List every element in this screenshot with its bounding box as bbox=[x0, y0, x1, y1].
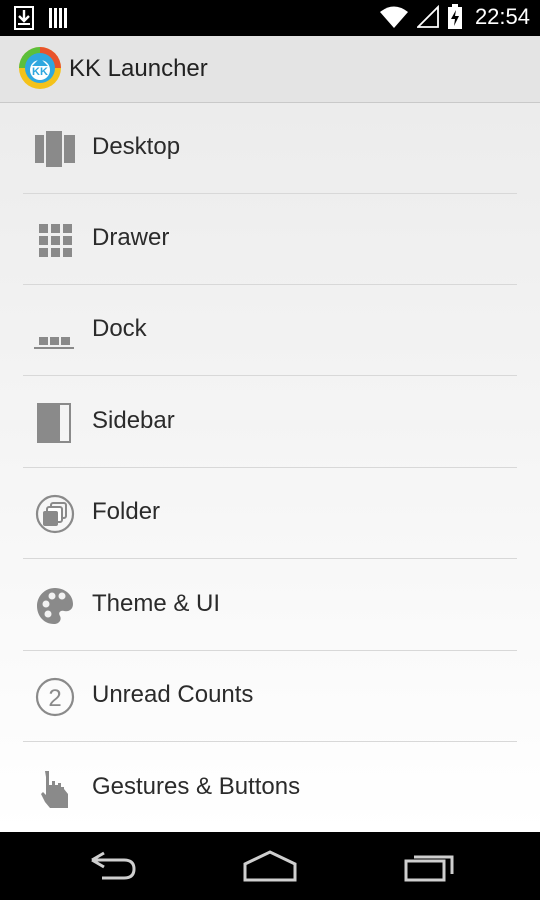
app-bar: KK KK Launcher bbox=[0, 36, 540, 103]
divider bbox=[23, 558, 517, 559]
menu-item-drawer[interactable]: Drawer bbox=[0, 194, 540, 285]
signal-icon bbox=[416, 5, 439, 28]
menu-item-folder[interactable]: Folder bbox=[0, 468, 540, 559]
menu-item-label: Desktop bbox=[92, 133, 181, 160]
status-bar: 22:54 bbox=[0, 0, 540, 36]
divider bbox=[23, 741, 517, 742]
grid-icon bbox=[39, 224, 72, 257]
back-icon[interactable] bbox=[82, 848, 142, 884]
folder-icon bbox=[35, 494, 75, 534]
menu-item-gestures-buttons[interactable]: Gestures & Buttons bbox=[0, 743, 540, 834]
menu-item-label: Gestures & Buttons bbox=[92, 773, 301, 800]
dock-icon bbox=[34, 337, 74, 349]
menu-item-theme-ui[interactable]: Theme & UI bbox=[0, 560, 540, 651]
menu-item-desktop[interactable]: Desktop bbox=[0, 103, 540, 194]
menu-item-label: Unread Counts bbox=[92, 681, 254, 708]
kk-launcher-logo-icon[interactable]: KK bbox=[18, 46, 62, 90]
divider bbox=[23, 375, 517, 376]
sidebar-icon bbox=[37, 403, 71, 443]
menu-item-unread-counts[interactable]: 2 Unread Counts bbox=[0, 651, 540, 742]
home-icon[interactable] bbox=[240, 848, 300, 884]
settings-menu-list: Desktop Drawer Dock Sidebar Folder Theme… bbox=[0, 103, 540, 832]
battery-charging-icon bbox=[447, 4, 462, 29]
unread-count-icon: 2 bbox=[35, 677, 75, 717]
menu-item-label: Sidebar bbox=[92, 407, 175, 434]
desktop-panels-icon bbox=[35, 131, 75, 167]
menu-item-sidebar[interactable]: Sidebar bbox=[0, 377, 540, 468]
gesture-hand-icon bbox=[41, 771, 68, 808]
palette-icon bbox=[37, 588, 73, 624]
download-icon bbox=[14, 6, 34, 30]
menu-item-label: Drawer bbox=[92, 224, 170, 251]
menu-item-label: Dock bbox=[92, 315, 147, 342]
svg-text:2: 2 bbox=[48, 685, 61, 712]
menu-item-label: Theme & UI bbox=[92, 590, 221, 617]
navigation-bar bbox=[0, 832, 540, 900]
wifi-icon bbox=[379, 6, 408, 28]
app-title: KK Launcher bbox=[69, 55, 208, 82]
status-time: 22:54 bbox=[474, 4, 530, 29]
barcode-icon bbox=[49, 8, 67, 28]
menu-item-label: Folder bbox=[92, 498, 161, 525]
svg-text:KK: KK bbox=[32, 66, 48, 78]
menu-item-dock[interactable]: Dock bbox=[0, 285, 540, 376]
recents-icon[interactable] bbox=[400, 848, 460, 884]
